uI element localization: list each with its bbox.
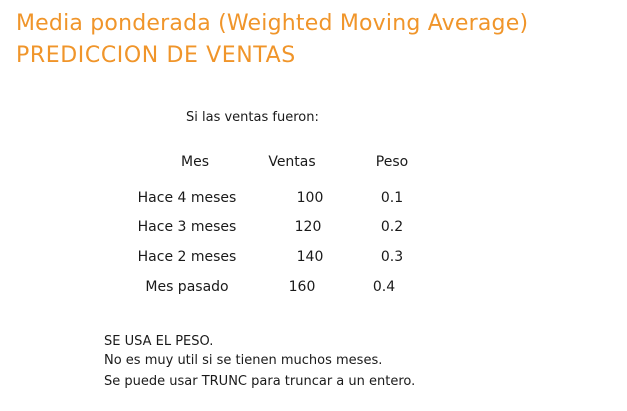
intro-text: Si las ventas fueron:	[186, 110, 319, 125]
table-cell-peso: 0.2	[380, 219, 404, 235]
table-cell-peso: 0.3	[380, 249, 404, 265]
note-line: Se puede usar TRUNC para truncar a un en…	[104, 374, 416, 389]
table-cell-peso: 0.4	[372, 279, 396, 295]
table-cell-peso: 0.1	[380, 190, 404, 206]
page-title: Media ponderada (Weighted Moving Average…	[16, 11, 529, 36]
table-cell-ventas: 120	[294, 219, 322, 235]
header-peso: Peso	[375, 154, 409, 170]
table-cell-mes: Hace 4 meses	[137, 190, 237, 206]
table-cell-mes: Hace 2 meses	[137, 249, 237, 265]
table-cell-ventas: 100	[296, 190, 324, 206]
table-cell-mes: Hace 3 meses	[137, 219, 237, 235]
header-mes: Mes	[181, 154, 209, 170]
note-line: No es muy util si se tienen muchos meses…	[104, 353, 383, 368]
page-subtitle: PREDICCION DE VENTAS	[16, 43, 296, 68]
header-ventas: Ventas	[268, 154, 316, 170]
table-cell-ventas: 160	[288, 279, 316, 295]
table-cell-mes: Mes pasado	[145, 279, 229, 295]
table-cell-ventas: 140	[296, 249, 324, 265]
note-line: SE USA EL PESO.	[104, 334, 214, 349]
